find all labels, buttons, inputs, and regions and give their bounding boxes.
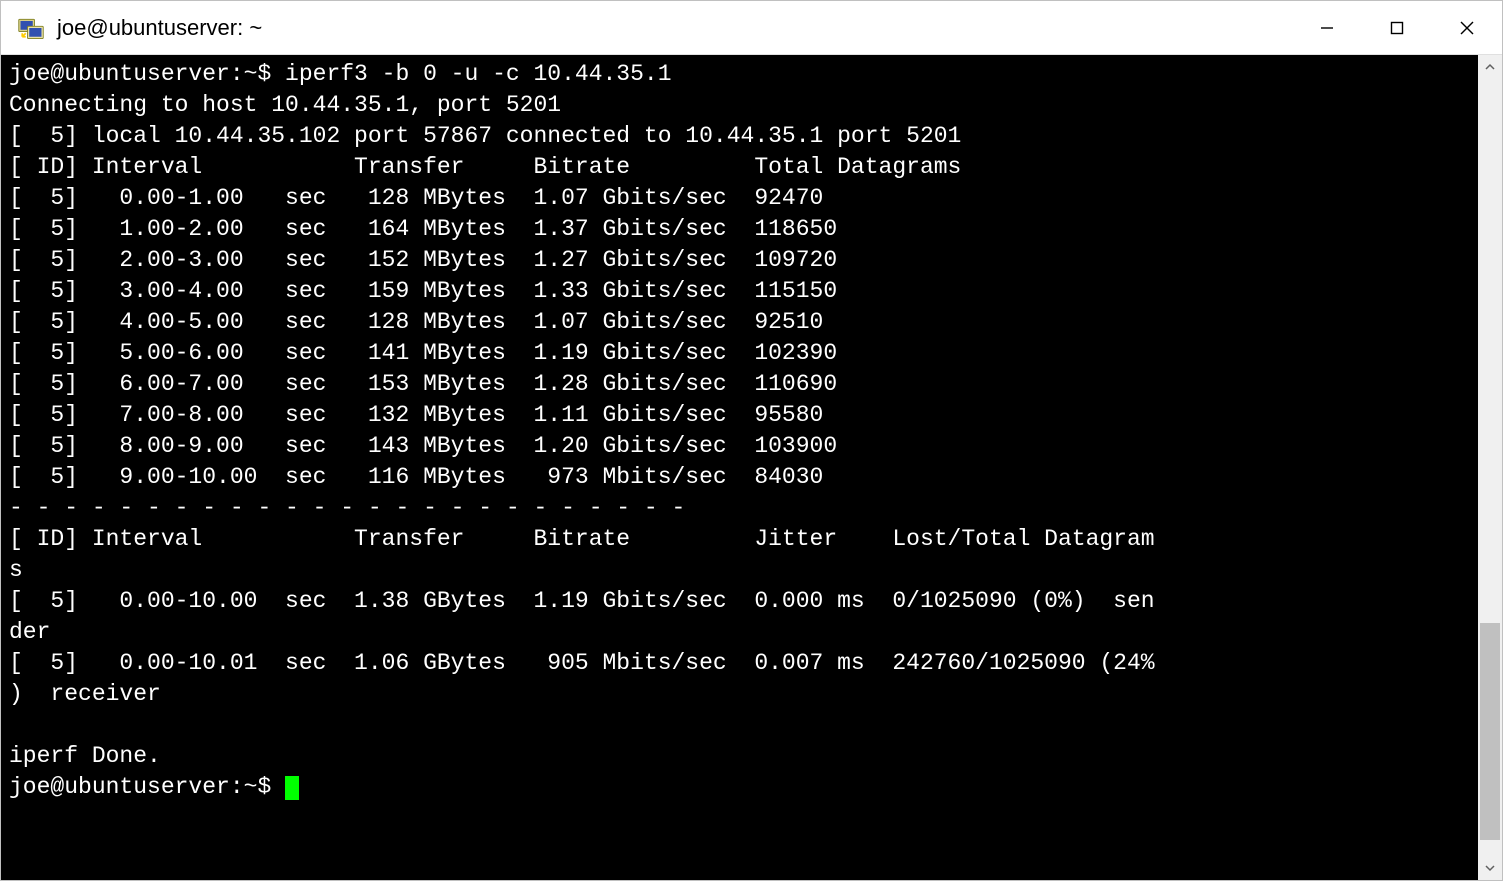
titlebar[interactable]: joe@ubuntuserver: ~ — [1, 1, 1502, 55]
scrollbar[interactable] — [1478, 55, 1502, 880]
maximize-button[interactable] — [1362, 1, 1432, 54]
window-controls — [1292, 1, 1502, 54]
app-icon — [17, 14, 45, 42]
terminal-output[interactable]: joe@ubuntuserver:~$ iperf3 -b 0 -u -c 10… — [1, 55, 1478, 880]
scroll-up-arrow-icon[interactable] — [1478, 55, 1502, 79]
scroll-down-arrow-icon[interactable] — [1478, 856, 1502, 880]
terminal-cursor — [285, 776, 299, 800]
window-title: joe@ubuntuserver: ~ — [57, 15, 1292, 41]
close-button[interactable] — [1432, 1, 1502, 54]
scroll-thumb[interactable] — [1480, 623, 1500, 841]
minimize-button[interactable] — [1292, 1, 1362, 54]
scroll-track[interactable] — [1478, 79, 1502, 856]
